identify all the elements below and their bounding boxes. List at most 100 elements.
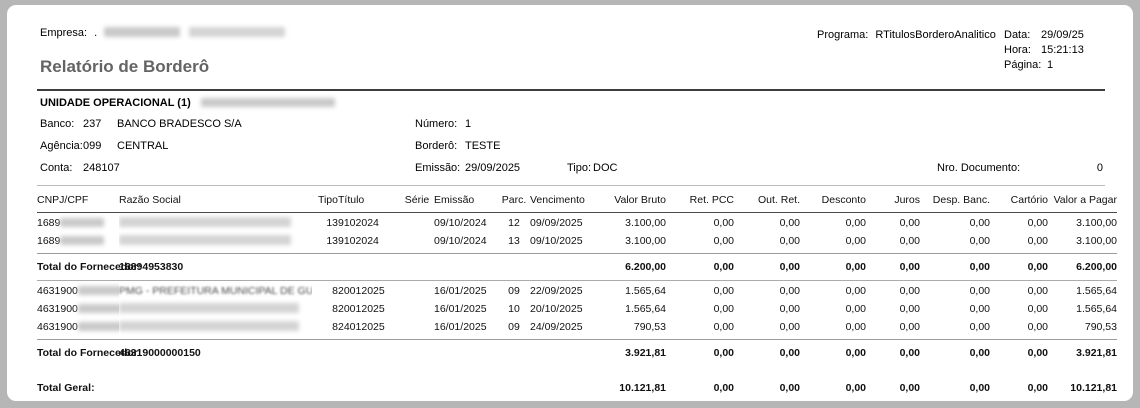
- cell-emissao: 16/01/2025: [434, 281, 498, 300]
- cell-razao: [119, 299, 312, 317]
- cell-valor_a_pagar: 1.565,64: [1048, 281, 1117, 300]
- cell-cartorio: 0,00: [990, 317, 1048, 340]
- cell-parc: 09: [498, 281, 530, 300]
- table-row: 463190082401202516/01/20250924/09/202579…: [37, 317, 1117, 340]
- empresa-value-redacted-2: [189, 27, 285, 37]
- cell-serie: [400, 281, 434, 300]
- grand-total-label: Total Geral:: [37, 366, 602, 396]
- pagina-label: Página:: [1004, 59, 1041, 71]
- col-header-serie: Série: [400, 191, 434, 213]
- col-header-cnpj: CNPJ/CPF: [37, 191, 119, 213]
- info-rule: [37, 185, 1105, 186]
- cell-valor_a_pagar: 1.565,64: [1048, 299, 1117, 317]
- cell-ret_pcc: 0,00: [666, 366, 734, 396]
- cell-desconto: 0,00: [800, 340, 866, 367]
- cell-vencimento: 09/09/2025: [530, 213, 602, 232]
- cell-out_ret: 0,00: [734, 366, 800, 396]
- col-header-razao: Razão Social: [119, 191, 312, 213]
- cell-desp_banc: 0,00: [920, 281, 990, 300]
- cell-titulo: 20012025: [338, 281, 400, 300]
- razao-social-redacted: [119, 303, 299, 313]
- programa-row: Programa: RTitulosBorderoAnalitico: [817, 29, 996, 41]
- col-header-desp_banc: Desp. Banc.: [920, 191, 990, 213]
- cell-valor_a_pagar: 790,53: [1048, 317, 1117, 340]
- cell-titulo: 9102024: [338, 231, 400, 254]
- cell-serie: [400, 231, 434, 254]
- nro-documento-value: 0: [1097, 162, 1103, 174]
- cell-tipo: 8: [312, 299, 338, 317]
- programa-label: Programa:: [817, 29, 868, 41]
- title-rule: [37, 89, 1105, 91]
- cell-vencimento: 22/09/2025: [530, 281, 602, 300]
- cell-razao: [119, 213, 312, 232]
- cell-cartorio: 0,00: [990, 366, 1048, 396]
- cell-tipo: 13: [312, 231, 338, 254]
- grand-total: Total Geral:10.121,810,000,000,000,000,0…: [37, 366, 1117, 396]
- cell-vencimento: 24/09/2025: [530, 317, 602, 340]
- programa-value: RTitulosBorderoAnalitico: [875, 29, 995, 41]
- empresa-label: Empresa:: [40, 27, 87, 39]
- banco-name: BANCO BRADESCO S/A: [117, 118, 242, 130]
- hora-label: Hora:: [1004, 44, 1031, 56]
- cell-desp_banc: 0,00: [920, 231, 990, 254]
- cell-valor_bruto: 10.121,81: [602, 366, 666, 396]
- cell-serie: [400, 317, 434, 340]
- cell-desp_banc: 0,00: [920, 299, 990, 317]
- bordero-label: Borderô:: [415, 140, 457, 152]
- cell-cartorio: 0,00: [990, 254, 1048, 281]
- cell-out_ret: 0,00: [734, 231, 800, 254]
- empresa-value-redacted: [104, 27, 180, 37]
- cell-cartorio: 0,00: [990, 231, 1048, 254]
- numero-label: Número:: [415, 118, 457, 130]
- tipo-value: DOC: [593, 162, 617, 174]
- cell-cartorio: 0,00: [990, 340, 1048, 367]
- cnpj-prefix: 4631900: [37, 321, 78, 333]
- data-value: 29/09/25: [1041, 29, 1084, 41]
- cell-desp_banc: 0,00: [920, 340, 990, 367]
- supplier-total: Total do Fornecedor:463190000001503.921,…: [37, 340, 1117, 367]
- cell-tipo: 13: [312, 213, 338, 232]
- cell-valor_bruto: 3.100,00: [602, 231, 666, 254]
- col-header-tipo: Tipo: [312, 191, 338, 213]
- cnpj-prefix: 4631900: [37, 303, 78, 315]
- cell-desp_banc: 0,00: [920, 366, 990, 396]
- cell-juros: 0,00: [866, 299, 920, 317]
- banco-code: 237: [83, 118, 101, 130]
- col-header-valor_a_pagar: Valor a Pagar: [1048, 191, 1117, 213]
- cell-razao: PMG - PREFEITURA MUNICIPAL DE GUARUL: [119, 281, 312, 300]
- col-header-parc: Parc.: [498, 191, 530, 213]
- cell-titulo: 9102024: [338, 213, 400, 232]
- col-header-desconto: Desconto: [800, 191, 866, 213]
- cell-cartorio: 0,00: [990, 213, 1048, 232]
- cell-titulo: 24012025: [338, 317, 400, 340]
- cell-ret_pcc: 0,00: [666, 340, 734, 367]
- cell-total-label: Total do Fornecedor:16894953830: [37, 254, 602, 281]
- col-header-cartorio: Cartório: [990, 191, 1048, 213]
- cell-desconto: 0,00: [800, 281, 866, 300]
- table-row: 168913910202409/10/20241209/09/20253.100…: [37, 213, 1117, 232]
- cell-valor_a_pagar: 3.921,81: [1048, 340, 1117, 367]
- cell-desp_banc: 0,00: [920, 317, 990, 340]
- emissao-value: 29/09/2025: [465, 162, 520, 174]
- cell-valor_bruto: 790,53: [602, 317, 666, 340]
- cnpj-prefix: 1689: [37, 217, 60, 229]
- cell-parc: 09: [498, 317, 530, 340]
- titles-table: CNPJ/CPFRazão SocialTipoTítuloSérieEmiss…: [37, 191, 1117, 396]
- table-row: 4631900PMG - PREFEITURA MUNICIPAL DE GUA…: [37, 281, 1117, 300]
- supplier-total-cnpj: 46319000000150: [119, 347, 201, 359]
- cell-out_ret: 0,00: [734, 281, 800, 300]
- agencia-name: CENTRAL: [117, 140, 168, 152]
- cell-ret_pcc: 0,00: [666, 317, 734, 340]
- cell-cartorio: 0,00: [990, 281, 1048, 300]
- cell-juros: 0,00: [866, 281, 920, 300]
- cell-emissao: 16/01/2025: [434, 317, 498, 340]
- cell-ret_pcc: 0,00: [666, 281, 734, 300]
- bordero-value: TESTE: [465, 140, 500, 152]
- supplier-group: 4631900 PMG - PREFEITURA MUNICIPAL DE GUA…: [37, 281, 1117, 340]
- col-header-valor_bruto: Valor Bruto: [602, 191, 666, 213]
- supplier-group: 168913910202409/10/20241209/09/20253.100…: [37, 213, 1117, 254]
- col-header-emissao: Emissão: [434, 191, 498, 213]
- col-header-vencimento: Vencimento: [530, 191, 602, 213]
- cell-ret_pcc: 0,00: [666, 299, 734, 317]
- cnpj-redacted: [78, 304, 119, 313]
